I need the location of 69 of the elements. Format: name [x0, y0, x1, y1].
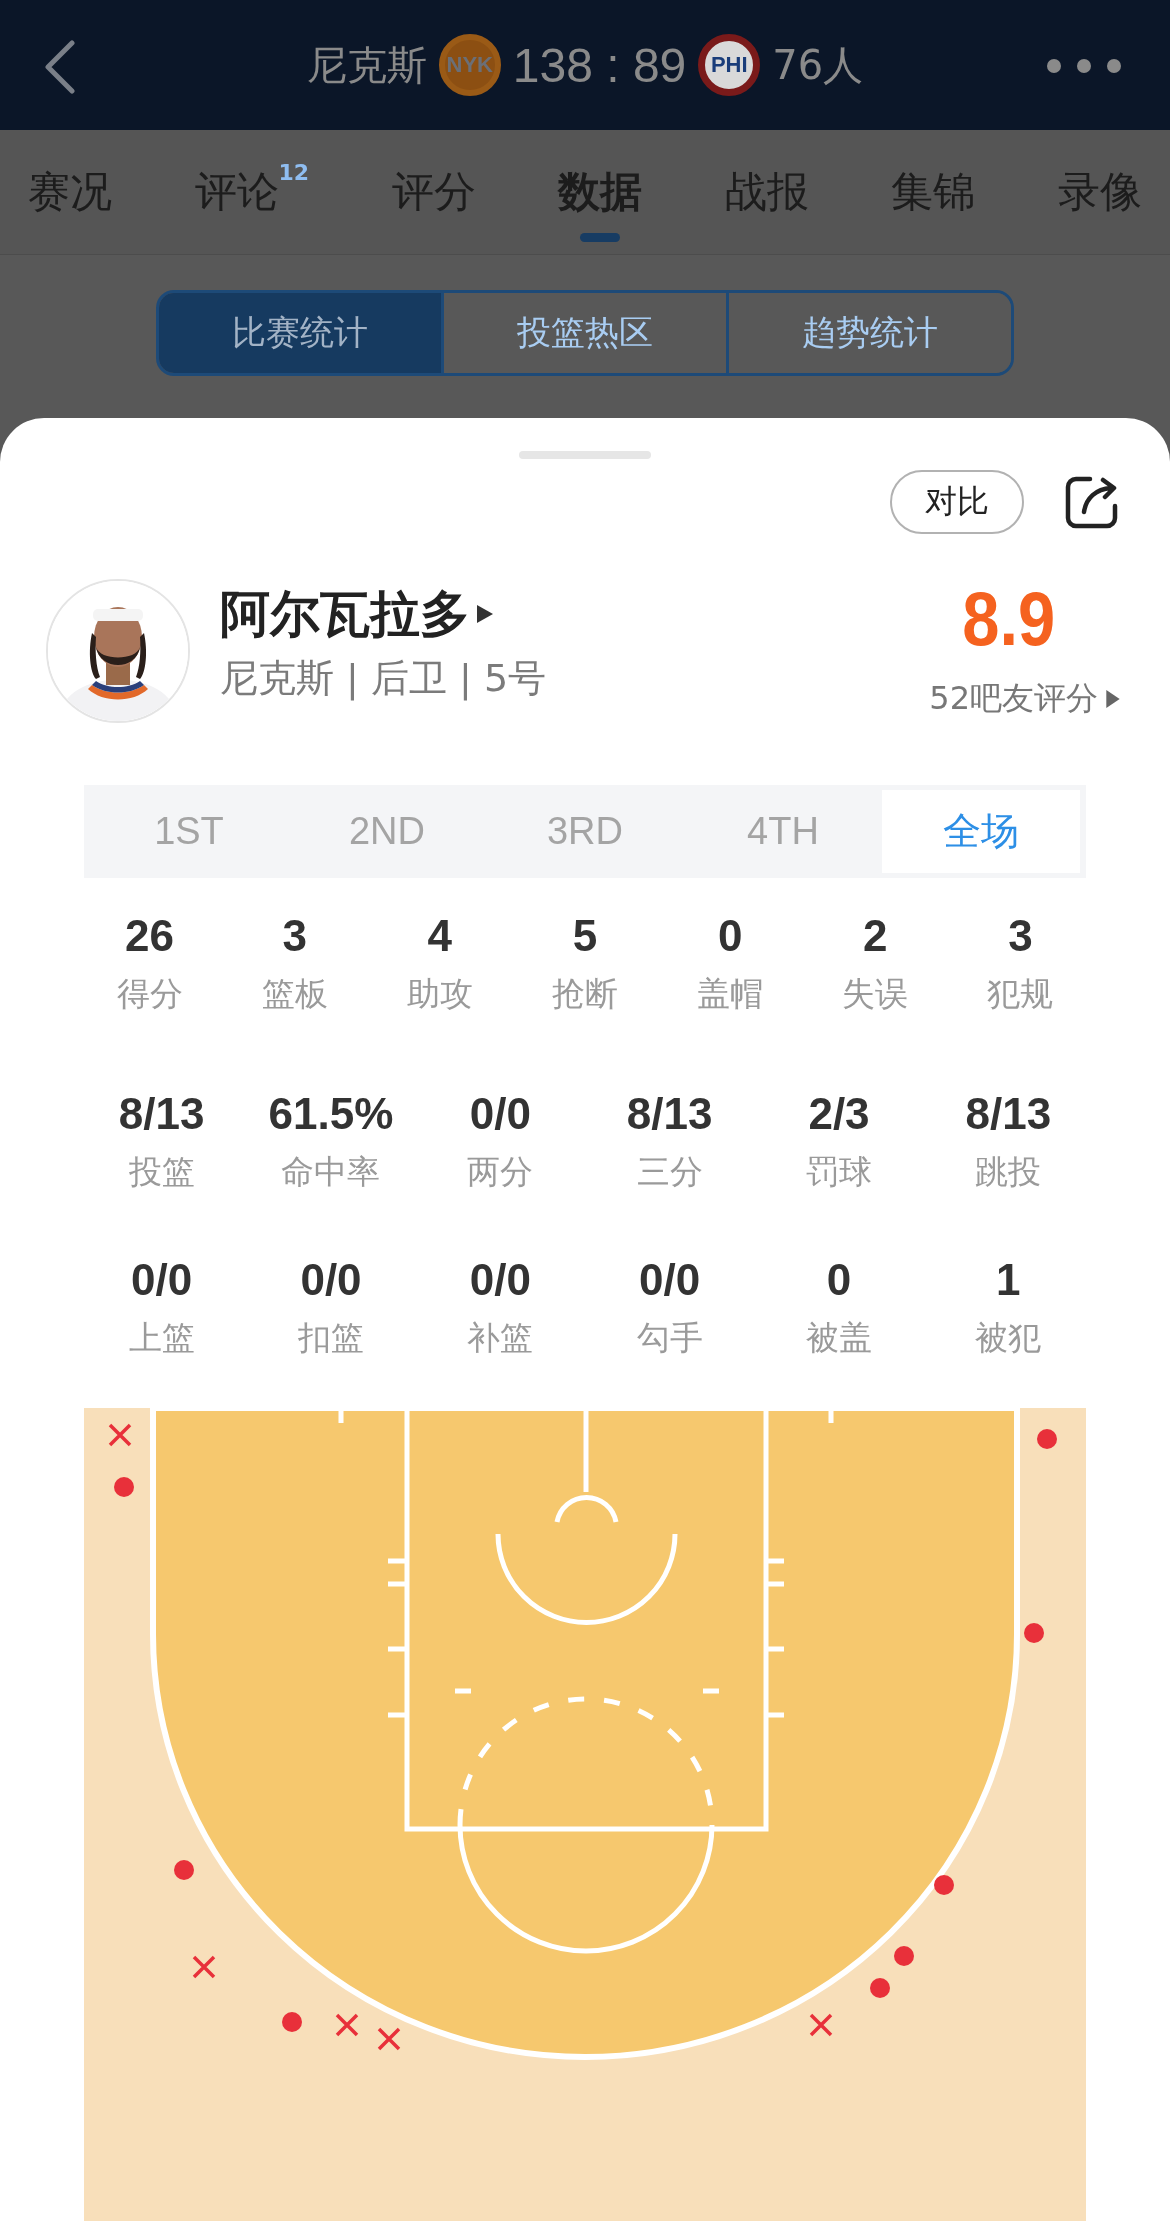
stat-label: 上篮	[128, 1317, 195, 1359]
tab[interactable]: 集锦	[891, 130, 976, 254]
stat-value: 5	[572, 910, 598, 962]
tab[interactable]: 赛况	[28, 130, 112, 254]
stat-label: 勾手	[636, 1317, 703, 1359]
score: 138 : 89	[512, 37, 687, 93]
stat-label: 抢断	[552, 973, 618, 1015]
period-tab[interactable]: 2ND	[288, 790, 486, 873]
stat-value: 3	[1008, 910, 1033, 962]
stat-value: 0	[826, 1254, 852, 1306]
period-tab[interactable]: 1ST	[90, 790, 288, 873]
stat-label: 篮板	[261, 973, 328, 1015]
team-name: 76人	[772, 40, 864, 90]
stat-value: 2	[863, 910, 888, 962]
stat-label: 得分	[116, 973, 183, 1015]
stat-label: 两分	[467, 1151, 534, 1193]
team-logo: NYK	[438, 34, 501, 96]
stat-label: 命中率	[281, 1151, 381, 1193]
stat-label: 被犯	[975, 1317, 1042, 1359]
tab[interactable]: 评论$^{12}$	[194, 130, 310, 254]
segment-tab[interactable]: 比赛统计	[159, 292, 441, 373]
stat-value: 0	[717, 910, 743, 962]
player-rating: 8.9	[962, 579, 1056, 659]
stat-label: 助攻	[406, 973, 473, 1015]
stat-label: 被盖	[806, 1317, 872, 1359]
stat-label: 失误	[842, 973, 909, 1015]
segment-tab[interactable]: 趋势统计	[726, 292, 1011, 373]
stat-value: 26	[125, 910, 175, 962]
stat-value: 61.5%	[268, 1088, 394, 1140]
stat-value: 0/0	[639, 1254, 701, 1306]
period-tab[interactable]: 4TH	[684, 790, 882, 873]
stat-value: 8/13	[626, 1088, 713, 1140]
rating-count[interactable]: 52吧友评分	[929, 677, 1098, 721]
more-icon[interactable]	[1046, 58, 1122, 74]
stat-label: 投篮	[128, 1151, 195, 1193]
stat-label: 盖帽	[697, 973, 764, 1015]
compare-button[interactable]: 对比	[890, 469, 1024, 534]
tab[interactable]: 录像	[1058, 130, 1142, 254]
stat-value: 0/0	[300, 1254, 362, 1306]
stat-value: 3	[282, 910, 307, 962]
player-info: 尼克斯 | 后卫 | 5号	[220, 655, 548, 703]
stat-value: 4	[427, 910, 453, 962]
triangle-icon	[1104, 689, 1122, 709]
period-tab[interactable]: 全场	[882, 790, 1080, 873]
tab[interactable]: 数据	[558, 130, 643, 254]
comment-count: 12	[278, 160, 310, 185]
tab[interactable]: 评分	[391, 130, 476, 254]
triangle-icon	[476, 604, 494, 624]
stat-label: 扣篮	[298, 1317, 364, 1359]
stat-value: 2/3	[808, 1088, 870, 1140]
stat-label: 罚球	[806, 1151, 872, 1193]
team-logo: PHI	[698, 34, 761, 96]
stat-value: 8/13	[118, 1088, 205, 1140]
tab[interactable]: 战报	[724, 130, 809, 254]
stat-label: 犯规	[987, 973, 1054, 1015]
stat-value: 1	[996, 1254, 1021, 1306]
stat-label: 三分	[636, 1151, 703, 1193]
player-name[interactable]: 阿尔瓦拉多	[220, 579, 470, 649]
stat-value: 0/0	[469, 1088, 531, 1140]
stat-label: 跳投	[975, 1151, 1042, 1193]
team-name: 尼克斯	[306, 40, 427, 90]
stat-value: 8/13	[965, 1088, 1052, 1140]
stat-value: 0/0	[469, 1254, 531, 1306]
back-icon[interactable]	[42, 40, 78, 94]
tab-indicator	[580, 233, 621, 242]
stat-label: 补篮	[467, 1317, 534, 1359]
stat-value: 0/0	[131, 1254, 193, 1306]
period-tab[interactable]: 3RD	[486, 790, 684, 873]
drag-handle[interactable]	[519, 451, 651, 459]
